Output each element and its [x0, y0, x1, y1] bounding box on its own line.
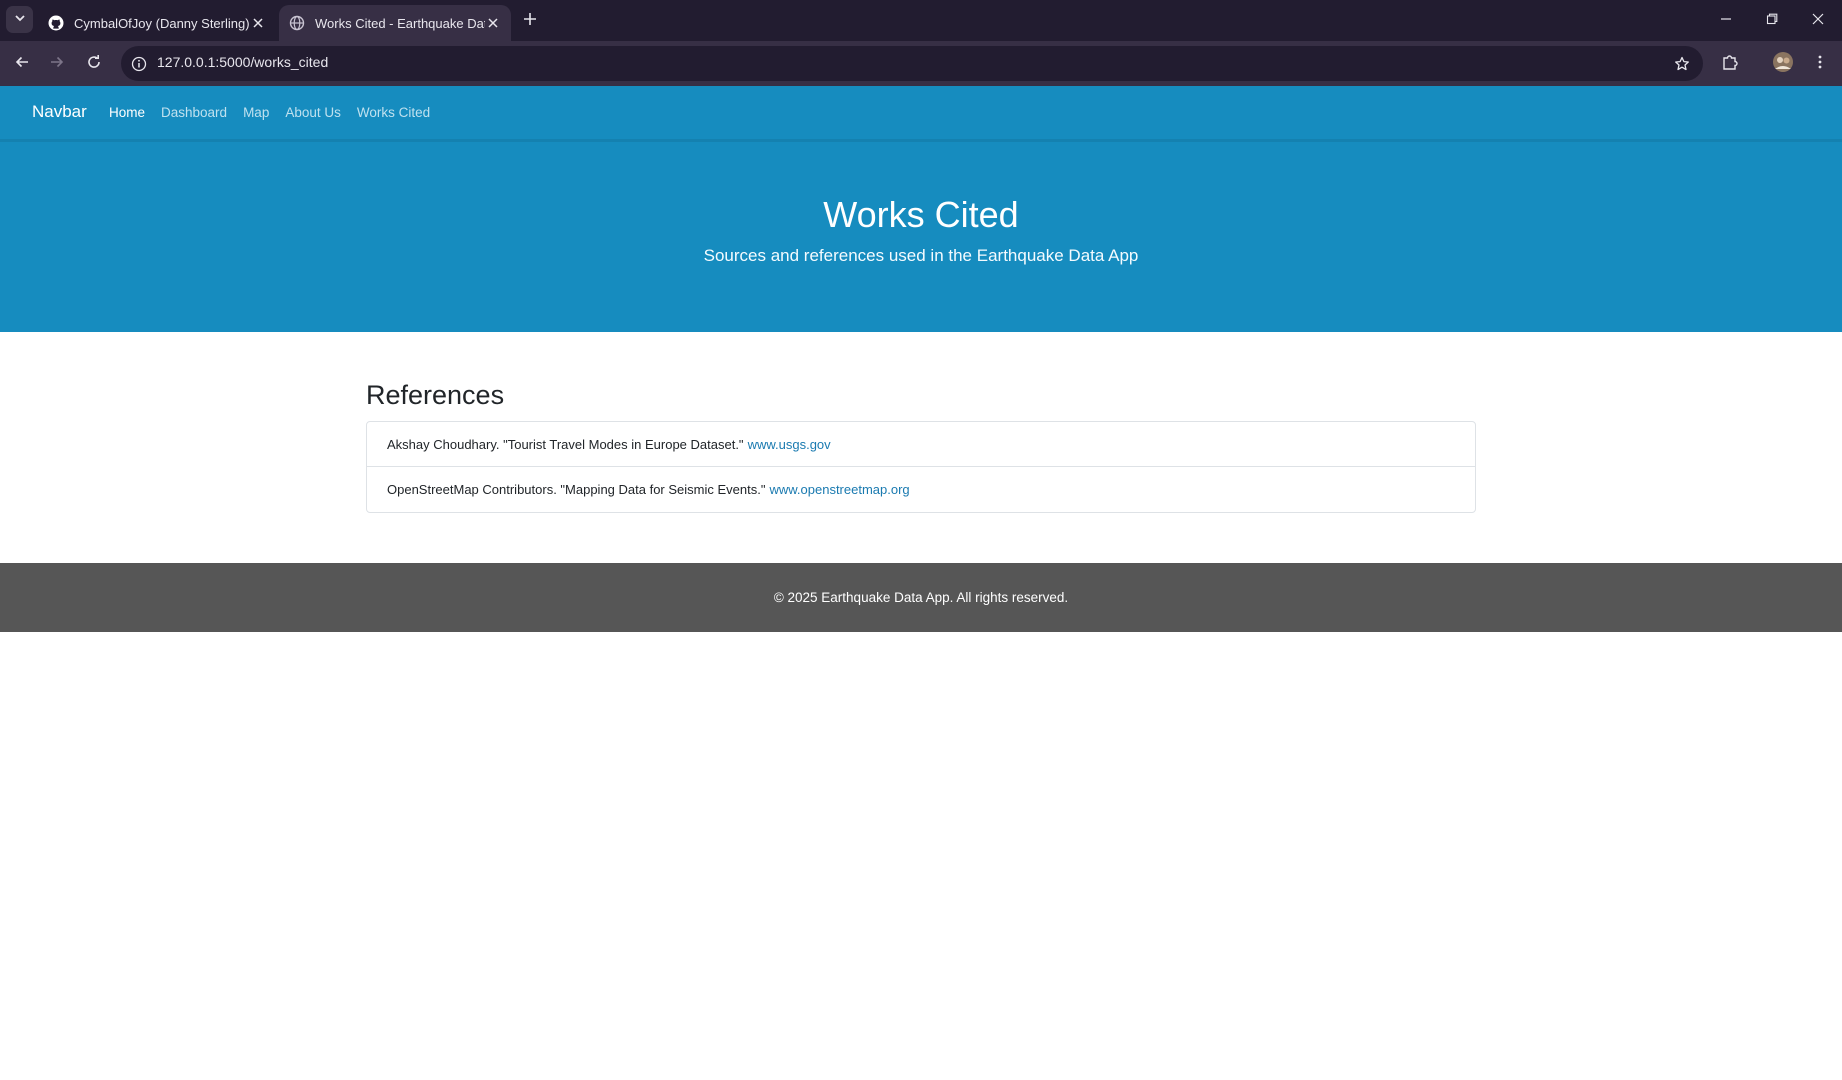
close-window-button[interactable] [1795, 0, 1841, 41]
browser-tab-strip: CymbalOfJoy (Danny Sterling) Works Cited… [0, 0, 1842, 41]
profile-button[interactable] [1768, 49, 1798, 79]
nav-link-about-us[interactable]: About Us [285, 105, 341, 120]
minimize-button[interactable] [1703, 0, 1749, 41]
arrow-left-icon [14, 54, 30, 75]
close-icon [1812, 12, 1824, 30]
restore-button[interactable] [1749, 0, 1795, 41]
page-title: Works Cited [823, 194, 1019, 235]
avatar [1772, 51, 1794, 78]
reload-icon [86, 54, 102, 75]
back-button[interactable] [7, 49, 37, 79]
extensions-button[interactable] [1715, 49, 1745, 79]
list-item: OpenStreetMap Contributors. "Mapping Dat… [367, 467, 1475, 512]
chevron-down-icon [14, 11, 26, 29]
minimize-icon [1720, 12, 1732, 30]
site-info-icon[interactable] [129, 54, 149, 74]
plus-icon [523, 12, 537, 31]
bookmark-star-icon[interactable] [1671, 53, 1693, 75]
url-text: 127.0.0.1:5000/works_cited [157, 54, 329, 70]
tab-title: CymbalOfJoy (Danny Sterling) [74, 15, 250, 31]
nav-link-home[interactable]: Home [109, 105, 145, 120]
more-vert-icon [1812, 54, 1828, 75]
globe-icon [289, 15, 305, 31]
reference-link[interactable]: www.usgs.gov [748, 437, 831, 452]
references-section: References Akshay Choudhary. "Tourist Tr… [366, 380, 1476, 513]
references-heading: References [366, 380, 505, 410]
reference-link[interactable]: www.openstreetmap.org [769, 482, 909, 497]
references-list: Akshay Choudhary. "Tourist Travel Modes … [366, 421, 1476, 513]
arrow-right-icon [49, 54, 65, 75]
restore-icon [1766, 12, 1778, 30]
navbar-brand[interactable]: Navbar [32, 102, 87, 122]
reload-button[interactable] [79, 49, 109, 79]
forward-button[interactable] [42, 49, 72, 79]
nav-link-dashboard[interactable]: Dashboard [161, 105, 227, 120]
footer-text: © 2025 Earthquake Data App. All rights r… [773, 590, 1069, 605]
github-icon [48, 15, 64, 31]
page-viewport: Navbar Home Dashboard Map About Us Works… [0, 86, 1842, 1080]
reference-text: OpenStreetMap Contributors. "Mapping Dat… [387, 482, 766, 497]
tab-search-button[interactable] [6, 6, 33, 33]
browser-menu-button[interactable] [1805, 49, 1835, 79]
nav-link-works-cited[interactable]: Works Cited [357, 105, 430, 120]
close-icon[interactable] [250, 15, 266, 31]
list-item: Akshay Choudhary. "Tourist Travel Modes … [367, 422, 1475, 467]
tab-works-cited[interactable]: Works Cited - Earthquake Data [279, 5, 511, 41]
tab-github[interactable]: CymbalOfJoy (Danny Sterling) [38, 5, 276, 41]
site-footer: © 2025 Earthquake Data App. All rights r… [0, 563, 1842, 632]
reference-text: Akshay Choudhary. "Tourist Travel Modes … [387, 436, 744, 452]
site-navbar: Navbar Home Dashboard Map About Us Works… [0, 86, 1842, 142]
nav-link-map[interactable]: Map [243, 105, 269, 120]
puzzle-icon [1721, 53, 1739, 76]
address-bar[interactable]: 127.0.0.1:5000/works_cited [121, 46, 1703, 81]
hero-banner: Works Cited Sources and references used … [0, 142, 1842, 332]
nav-links: Home Dashboard Map About Us Works Cited [109, 105, 430, 120]
tab-title: Works Cited - Earthquake Data [315, 15, 485, 31]
page-subtitle: Sources and references used in the Earth… [703, 246, 1139, 265]
close-icon[interactable] [485, 15, 501, 31]
browser-toolbar: 127.0.0.1:5000/works_cited [0, 41, 1842, 114]
new-tab-button[interactable] [518, 9, 542, 33]
